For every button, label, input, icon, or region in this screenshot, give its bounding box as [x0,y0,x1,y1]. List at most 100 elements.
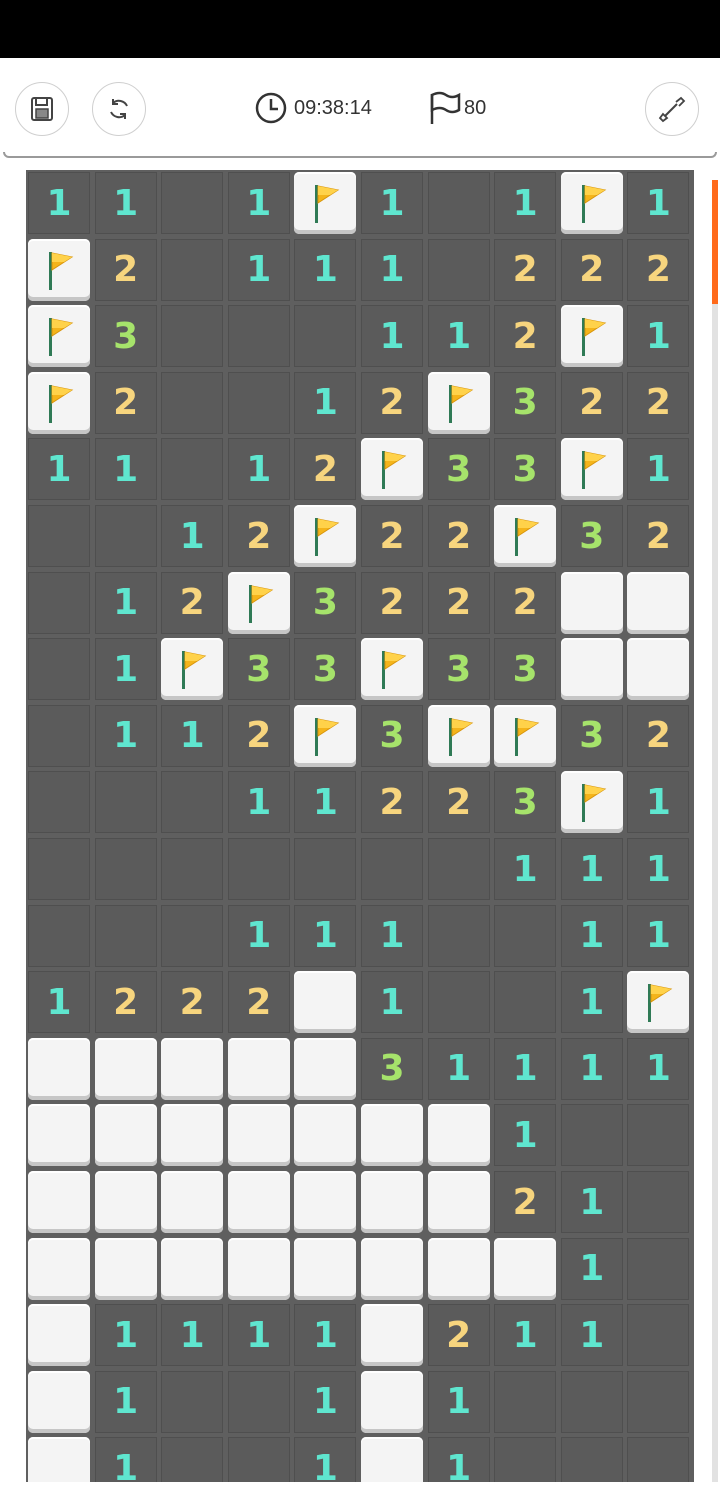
covered-cell[interactable] [361,1104,423,1167]
number-cell[interactable]: 1 [560,904,623,967]
number-cell[interactable]: 1 [361,172,423,234]
empty-cell[interactable] [28,838,90,900]
number-cell[interactable]: 1 [227,438,290,501]
empty-cell[interactable] [28,771,90,834]
number-cell[interactable]: 1 [627,172,690,234]
scrollbar-track[interactable] [712,180,718,1482]
empty-cell[interactable] [161,1437,224,1482]
number-cell[interactable]: 2 [161,571,224,634]
covered-cell[interactable] [227,1171,290,1233]
empty-cell[interactable] [627,1237,690,1300]
number-cell[interactable]: 1 [294,1437,357,1482]
empty-cell[interactable] [427,838,490,900]
number-cell[interactable]: 2 [427,571,490,634]
flagged-cell[interactable] [294,505,357,567]
number-cell[interactable]: 1 [28,438,90,501]
empty-cell[interactable] [28,638,90,701]
empty-cell[interactable] [427,971,490,1034]
number-cell[interactable]: 1 [361,904,423,967]
flagged-cell[interactable] [427,704,490,767]
covered-cell[interactable] [294,1237,357,1300]
number-cell[interactable]: 1 [427,305,490,368]
empty-cell[interactable] [161,838,224,900]
number-cell[interactable]: 1 [494,838,557,900]
number-cell[interactable]: 1 [361,238,423,301]
number-cell[interactable]: 3 [494,638,557,701]
covered-cell[interactable] [560,571,623,634]
number-cell[interactable]: 1 [294,771,357,834]
number-cell[interactable]: 2 [427,771,490,834]
empty-cell[interactable] [94,838,157,900]
number-cell[interactable]: 1 [227,238,290,301]
number-cell[interactable]: 2 [494,1171,557,1233]
number-cell[interactable]: 1 [494,1037,557,1100]
covered-cell[interactable] [427,1104,490,1167]
number-cell[interactable]: 1 [294,1370,357,1433]
number-cell[interactable]: 1 [494,1104,557,1167]
dig-mode-button[interactable] [645,82,699,136]
number-cell[interactable]: 3 [94,305,157,368]
empty-cell[interactable] [560,1437,623,1482]
empty-cell[interactable] [427,172,490,234]
restart-button[interactable] [92,82,146,136]
flagged-cell[interactable] [427,371,490,434]
number-cell[interactable]: 1 [161,1304,224,1367]
number-cell[interactable]: 2 [361,505,423,567]
number-cell[interactable]: 2 [494,571,557,634]
number-cell[interactable]: 1 [560,971,623,1034]
number-cell[interactable]: 1 [560,1237,623,1300]
flagged-cell[interactable] [560,305,623,368]
covered-cell[interactable] [361,1304,423,1367]
covered-cell[interactable] [227,1104,290,1167]
flagged-cell[interactable] [28,305,90,368]
number-cell[interactable]: 1 [227,904,290,967]
covered-cell[interactable] [560,638,623,701]
number-cell[interactable]: 1 [227,172,290,234]
number-cell[interactable]: 2 [427,505,490,567]
number-cell[interactable]: 2 [94,238,157,301]
covered-cell[interactable] [361,1171,423,1233]
number-cell[interactable]: 1 [494,1304,557,1367]
number-cell[interactable]: 3 [560,704,623,767]
number-cell[interactable]: 2 [627,704,690,767]
number-cell[interactable]: 1 [294,238,357,301]
number-cell[interactable]: 3 [560,505,623,567]
covered-cell[interactable] [28,1304,90,1367]
flagged-cell[interactable] [560,771,623,834]
number-cell[interactable]: 2 [361,571,423,634]
empty-cell[interactable] [227,838,290,900]
number-cell[interactable]: 1 [94,1304,157,1367]
flagged-cell[interactable] [560,172,623,234]
empty-cell[interactable] [427,904,490,967]
flagged-cell[interactable] [161,638,224,701]
number-cell[interactable]: 1 [94,1437,157,1482]
empty-cell[interactable] [161,305,224,368]
covered-cell[interactable] [161,1037,224,1100]
covered-cell[interactable] [227,1237,290,1300]
number-cell[interactable]: 2 [627,505,690,567]
number-cell[interactable]: 1 [627,771,690,834]
number-cell[interactable]: 1 [294,904,357,967]
flagged-cell[interactable] [294,704,357,767]
covered-cell[interactable] [227,1037,290,1100]
flagged-cell[interactable] [494,505,557,567]
empty-cell[interactable] [161,904,224,967]
number-cell[interactable]: 1 [161,505,224,567]
number-cell[interactable]: 2 [494,238,557,301]
number-cell[interactable]: 1 [627,838,690,900]
number-cell[interactable]: 2 [227,505,290,567]
save-button[interactable] [15,82,69,136]
number-cell[interactable]: 3 [294,571,357,634]
number-cell[interactable]: 3 [361,704,423,767]
empty-cell[interactable] [627,1104,690,1167]
covered-cell[interactable] [427,1171,490,1233]
number-cell[interactable]: 3 [494,771,557,834]
empty-cell[interactable] [294,838,357,900]
covered-cell[interactable] [28,1104,90,1167]
flagged-cell[interactable] [361,638,423,701]
flagged-cell[interactable] [227,571,290,634]
number-cell[interactable]: 1 [560,1304,623,1367]
number-cell[interactable]: 1 [294,1304,357,1367]
number-cell[interactable]: 1 [560,1171,623,1233]
number-cell[interactable]: 1 [94,438,157,501]
